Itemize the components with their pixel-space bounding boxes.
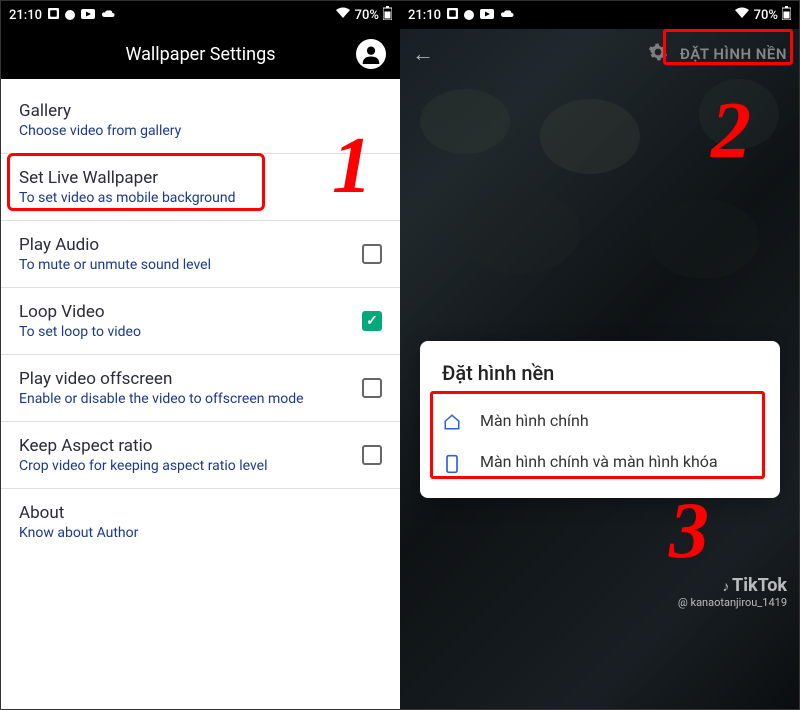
gallery-icon	[48, 8, 59, 23]
youtube-icon	[81, 8, 95, 23]
set-wallpaper-dialog: Đặt hình nền Màn hình chính Màn hình chí…	[420, 341, 780, 498]
setting-subtitle: Enable or disable the video to offscreen…	[19, 391, 362, 407]
battery-icon	[782, 6, 791, 24]
setting-subtitle: To mute or unmute sound level	[19, 257, 362, 273]
dialog-option-home[interactable]: Màn hình chính	[436, 401, 764, 442]
dialog-option-home-lock[interactable]: Màn hình chính và màn hình khóa	[436, 442, 764, 484]
tiktok-watermark: ♪ TikTok @ kanaotanjirou_1419	[678, 575, 787, 609]
setting-subtitle: Crop video for keeping aspect ratio leve…	[19, 458, 362, 474]
wifi-icon	[734, 7, 750, 23]
status-bar: 21:10 70%	[1, 1, 400, 29]
setting-subtitle: To set loop to video	[19, 324, 362, 340]
settings-screen: 21:10 70% Wallpaper Settings Gallery Cho…	[1, 1, 400, 709]
setting-title: About	[19, 503, 382, 523]
preview-screen: 21:10 70% ← ĐẶT HÌNH NỀN Đặt hình nền	[400, 1, 799, 709]
setting-loop-video[interactable]: Loop Video To set loop to video ✓	[1, 288, 400, 355]
battery-text: 70%	[754, 8, 778, 23]
gallery-icon	[447, 8, 458, 23]
setting-subtitle: Choose video from gallery	[19, 123, 382, 139]
setting-about[interactable]: About Know about Author	[1, 489, 400, 555]
setting-aspect-ratio[interactable]: Keep Aspect ratio Crop video for keeping…	[1, 422, 400, 489]
setting-play-audio[interactable]: Play Audio To mute or unmute sound level	[1, 221, 400, 288]
checkbox-unchecked[interactable]	[362, 378, 382, 398]
checkbox-checked[interactable]: ✓	[362, 311, 382, 331]
app-header: Wallpaper Settings	[1, 29, 400, 79]
dialog-label: Màn hình chính	[480, 411, 589, 432]
back-icon[interactable]: ←	[412, 41, 434, 67]
set-wallpaper-button[interactable]: ĐẶT HÌNH NỀN	[680, 45, 787, 63]
setting-play-offscreen[interactable]: Play video offscreen Enable or disable t…	[1, 355, 400, 422]
battery-icon	[383, 6, 392, 24]
step-label-3: 3	[669, 486, 709, 577]
home-icon	[442, 411, 462, 431]
checkbox-unchecked[interactable]	[362, 244, 382, 264]
tiktok-icon: ♪	[722, 579, 729, 595]
cloud-icon	[101, 8, 115, 23]
phone-icon	[442, 452, 462, 474]
dialog-title: Đặt hình nền	[436, 361, 764, 385]
record-icon	[65, 10, 75, 20]
setting-title: Play Audio	[19, 235, 362, 255]
status-time: 21:10	[408, 8, 441, 23]
dialog-label: Màn hình chính và màn hình khóa	[480, 452, 718, 473]
profile-avatar[interactable]	[356, 39, 386, 69]
setting-title: Set Live Wallpaper	[19, 168, 382, 188]
cloud-icon	[500, 8, 514, 23]
checkbox-unchecked[interactable]	[362, 445, 382, 465]
tiktok-brand: TikTok	[732, 575, 787, 596]
setting-title: Keep Aspect ratio	[19, 436, 362, 456]
step-label-1: 1	[332, 121, 372, 212]
setting-title: Gallery	[19, 101, 382, 121]
battery-text: 70%	[355, 8, 379, 23]
youtube-icon	[480, 8, 494, 23]
setting-subtitle: Know about Author	[19, 525, 382, 541]
record-icon	[464, 10, 474, 20]
setting-subtitle: To set video as mobile background	[19, 190, 382, 206]
status-bar: 21:10 70%	[400, 1, 799, 29]
page-title: Wallpaper Settings	[125, 44, 275, 65]
setting-title: Loop Video	[19, 302, 362, 322]
setting-title: Play video offscreen	[19, 369, 362, 389]
status-time: 21:10	[9, 8, 42, 23]
step-label-2: 2	[711, 86, 751, 177]
wifi-icon	[335, 7, 351, 23]
gear-icon[interactable]	[648, 42, 668, 67]
tiktok-user: @ kanaotanjirou_1419	[678, 596, 787, 609]
